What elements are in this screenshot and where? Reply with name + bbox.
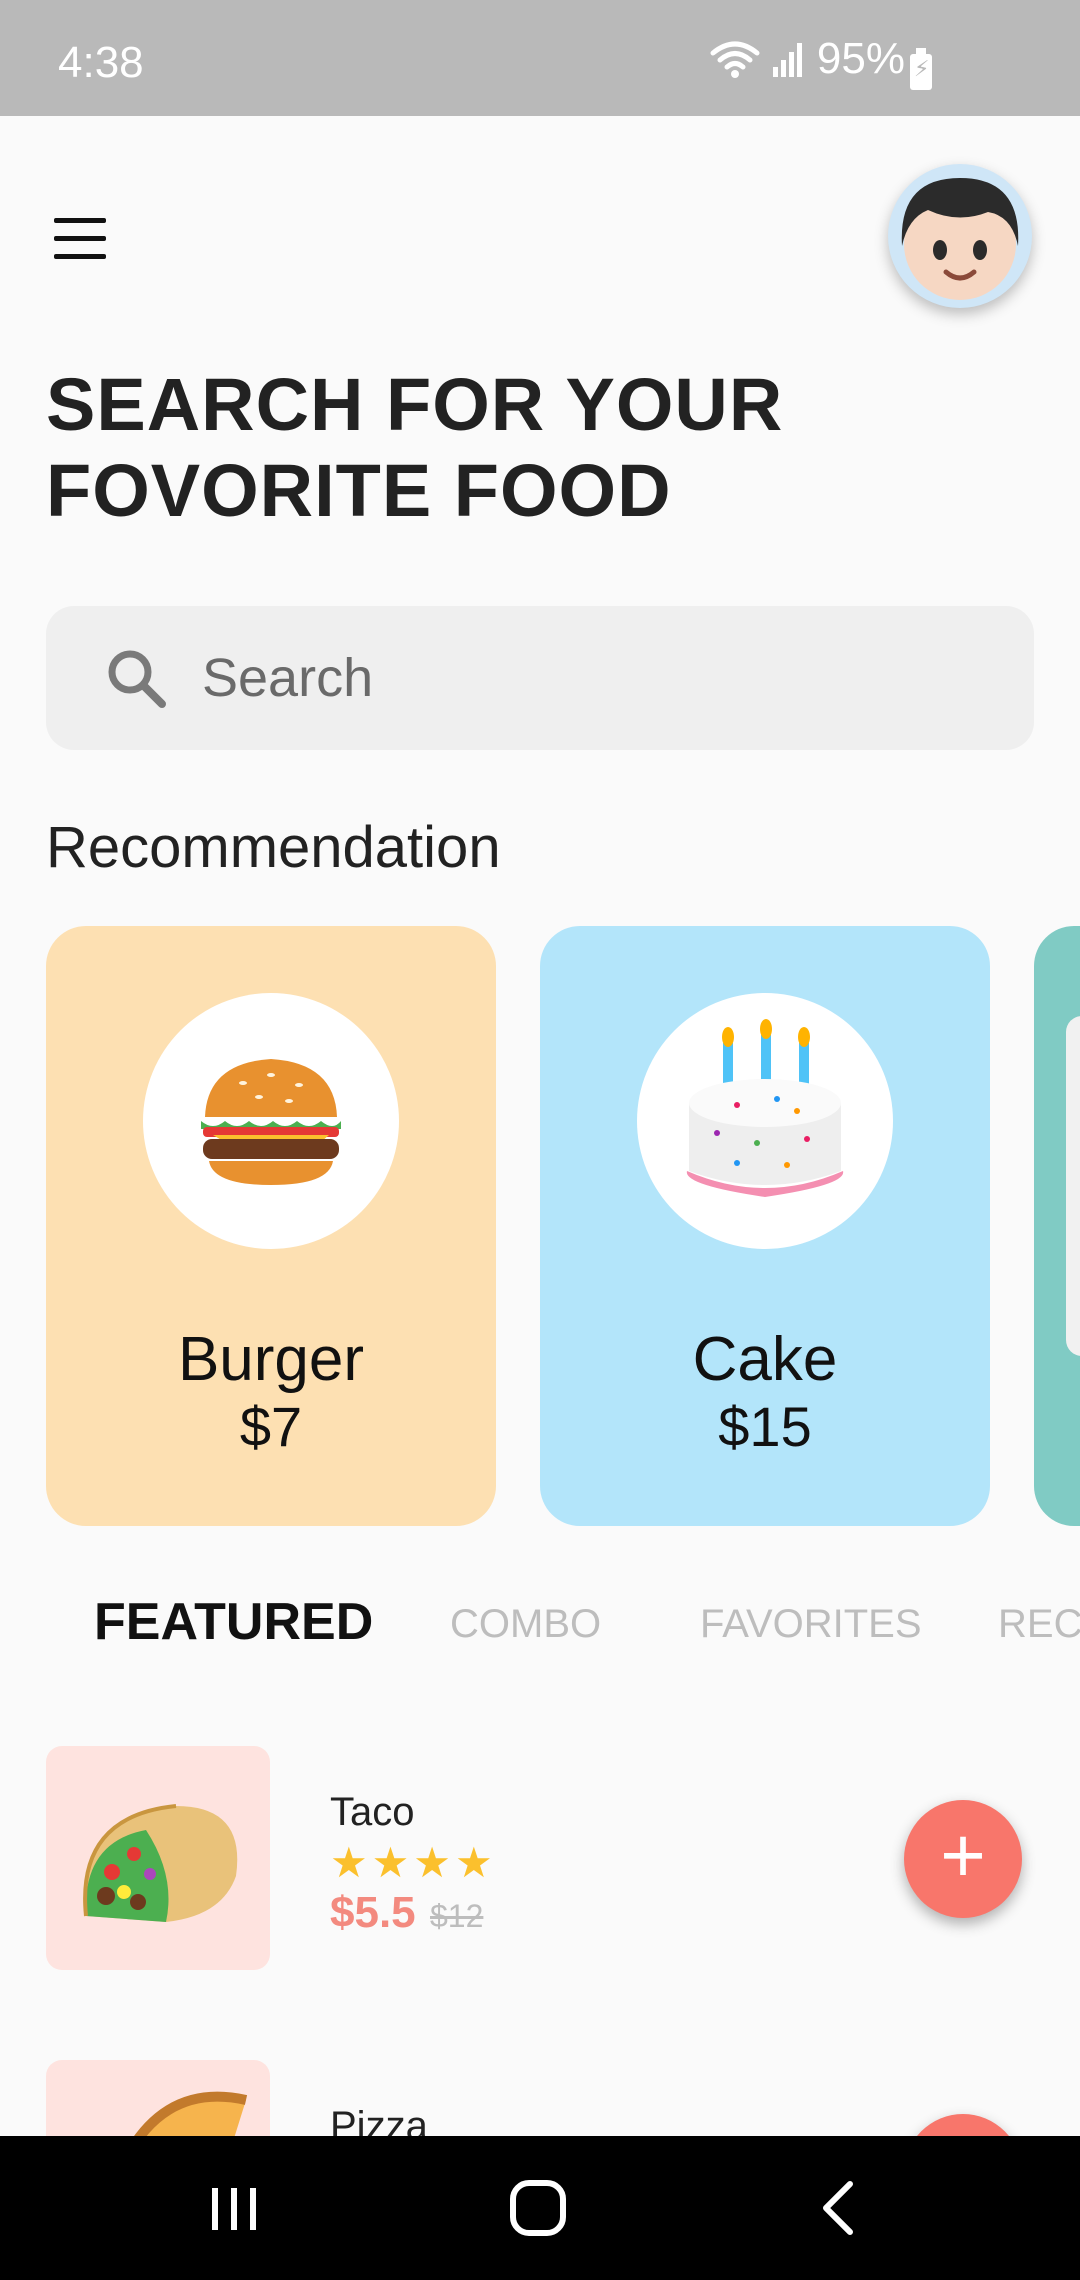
avatar[interactable]: [888, 164, 1032, 308]
recent-apps-icon: [212, 2188, 256, 2230]
item-price: $5.5: [330, 1888, 416, 1937]
cake-icon: [686, 1019, 844, 1197]
signal-icon: [772, 43, 802, 77]
battery-percent: 95%: [816, 34, 905, 83]
home-icon: [510, 2180, 566, 2236]
burger-icon: [201, 1059, 341, 1185]
page-title: SEARCH FOR YOUR FOVORITE FOOD: [46, 363, 784, 532]
taco-icon: [83, 1804, 238, 1922]
system-nav-bar: [0, 2136, 1080, 2280]
wifi-icon: [710, 41, 760, 78]
recent-apps-button[interactable]: [174, 2136, 294, 2280]
item-old-price: $12: [430, 1898, 484, 1934]
menu-icon[interactable]: [50, 218, 110, 260]
card-image-circle: [143, 993, 399, 1249]
back-icon: [823, 2181, 853, 2235]
category-tabs: FEATURED COMBO FAVORITES RECO: [0, 1592, 1080, 1662]
card-name: Burger: [177, 1325, 365, 1394]
card-price: $15: [718, 1395, 812, 1458]
search-box[interactable]: [46, 606, 1034, 750]
status-bar: 4:38 95% ⚡: [0, 0, 1080, 116]
card-image-circle: [637, 993, 893, 1249]
card-price: $7: [239, 1395, 303, 1458]
card-name: Cake: [692, 1325, 838, 1394]
tab-featured[interactable]: FEATURED: [94, 1592, 373, 1652]
status-time: 4:38: [58, 38, 144, 87]
tab-reco[interactable]: RECO: [998, 1602, 1080, 1647]
rating-stars: ★★★★: [330, 1839, 497, 1886]
search-input[interactable]: [202, 636, 982, 720]
recommendation-card-burger[interactable]: Burger $7: [46, 926, 496, 1526]
item-name: Taco: [330, 1790, 415, 1834]
back-button[interactable]: [780, 2136, 900, 2280]
tab-combo[interactable]: COMBO: [450, 1602, 601, 1647]
status-icons: 95%: [709, 34, 905, 84]
search-icon: [108, 650, 166, 708]
add-button[interactable]: +: [904, 1800, 1022, 1918]
recommendation-card-partial[interactable]: [1034, 926, 1080, 1526]
item-thumbnail: [46, 1746, 270, 1970]
list-item-taco[interactable]: Taco ★★★★ $5.5 $12 +: [0, 1746, 1080, 1976]
card-image-partial: [1066, 1016, 1080, 1356]
section-title-recommendation: Recommendation: [46, 815, 501, 880]
battery-icon: ⚡: [910, 48, 932, 90]
home-button[interactable]: [478, 2136, 598, 2280]
recommendation-card-cake[interactable]: Cake $15: [540, 926, 990, 1526]
tab-favorites[interactable]: FAVORITES: [700, 1602, 922, 1647]
